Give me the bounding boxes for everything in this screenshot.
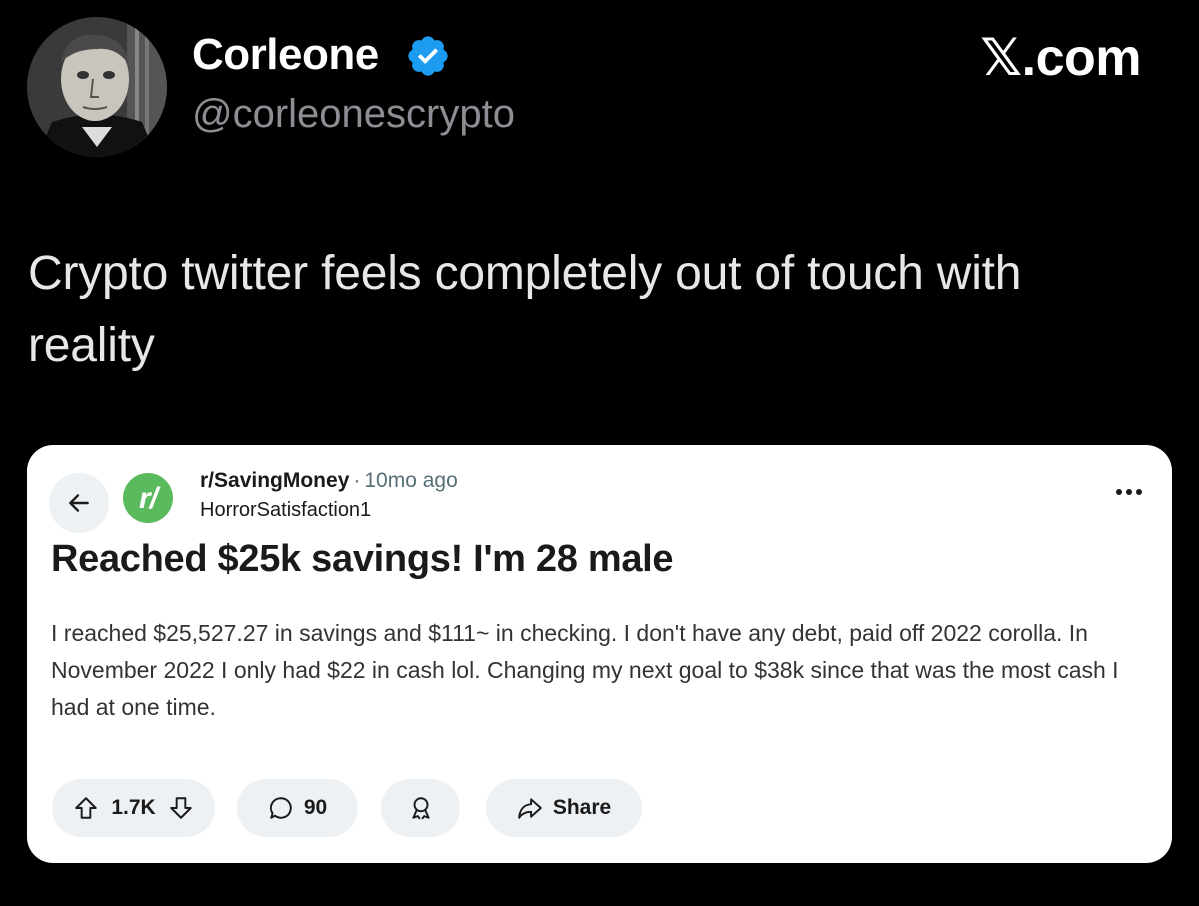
vote-count: 1.7K bbox=[111, 796, 156, 819]
share-label: Share bbox=[552, 796, 612, 819]
author-name[interactable]: Corleone bbox=[192, 30, 379, 80]
upvote-icon[interactable] bbox=[73, 795, 99, 821]
post-body: I reached $25,527.27 in savings and $111… bbox=[51, 620, 1119, 720]
downvote-icon[interactable] bbox=[168, 795, 194, 821]
verified-badge-icon bbox=[408, 36, 448, 76]
tweet-text: Crypto twitter feels completely out of t… bbox=[28, 247, 1022, 372]
comment-count: 90 bbox=[303, 796, 328, 819]
post-author[interactable]: HorrorSatisfaction1 bbox=[200, 499, 371, 522]
more-options-icon[interactable] bbox=[1114, 485, 1144, 499]
comments-button[interactable]: 90 bbox=[237, 779, 358, 837]
vote-bar: 1.7K bbox=[52, 779, 215, 837]
award-icon bbox=[411, 797, 430, 820]
post-title[interactable]: Reached $25k savings! I'm 28 male bbox=[51, 538, 674, 581]
share-button[interactable]: Share bbox=[486, 779, 642, 837]
x-logo: 𝕏.com bbox=[980, 29, 1141, 87]
subreddit-icon-text: r/ bbox=[138, 482, 158, 515]
author-handle[interactable]: @corleonescrypto bbox=[192, 92, 515, 137]
post-age: 10mo ago bbox=[364, 469, 458, 492]
share-icon bbox=[518, 798, 542, 819]
arrow-left-icon bbox=[69, 494, 89, 512]
meta-separator: · bbox=[353, 469, 361, 492]
post-meta: r/SavingMoney · 10mo ago bbox=[200, 469, 458, 493]
avatar[interactable] bbox=[27, 17, 167, 157]
avatar-portrait-image bbox=[27, 17, 167, 157]
subreddit-link[interactable]: r/SavingMoney bbox=[200, 469, 349, 492]
back-button[interactable] bbox=[49, 473, 109, 533]
reddit-post-card: r/ r/SavingMoney · 10mo ago HorrorSatisfac… bbox=[27, 445, 1172, 863]
award-button[interactable] bbox=[381, 779, 460, 837]
subreddit-icon[interactable]: r/ bbox=[123, 473, 173, 523]
comment-icon bbox=[269, 797, 292, 819]
